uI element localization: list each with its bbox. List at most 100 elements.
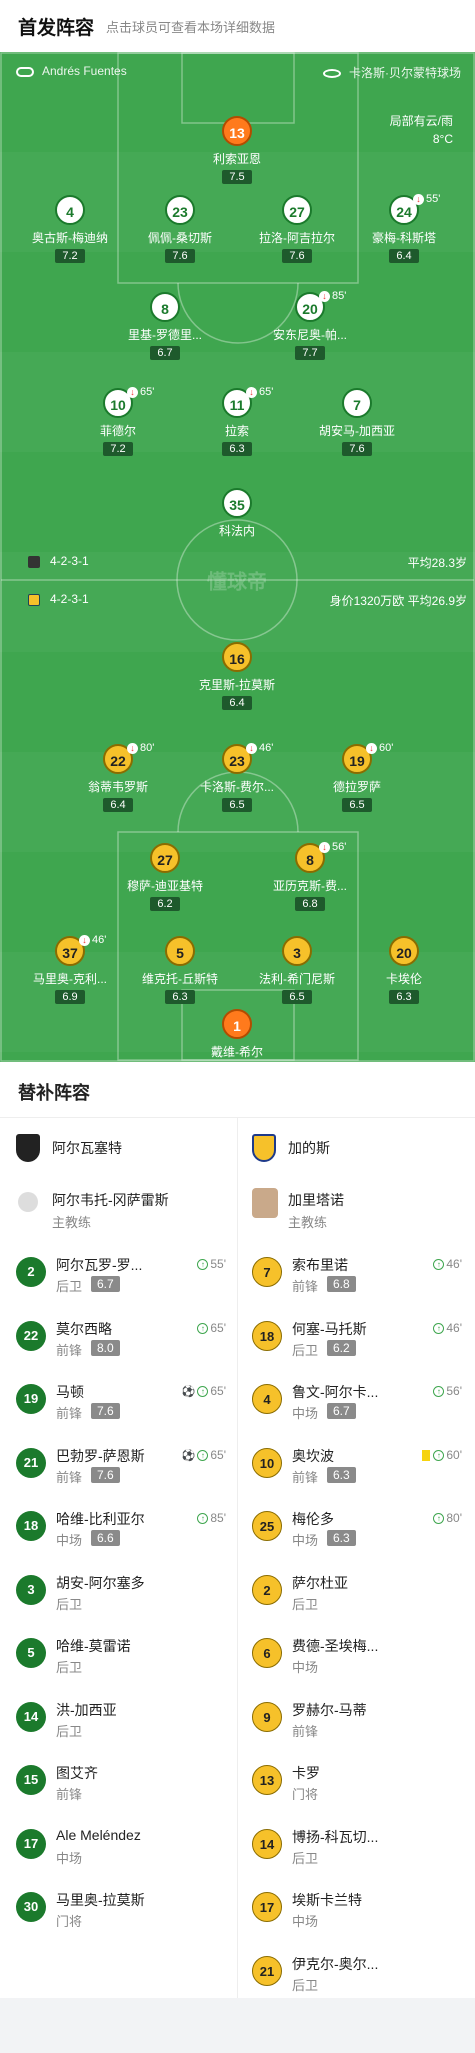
away-coach[interactable]: 加里塔诺 主教练 [252, 1182, 462, 1242]
sub-position: 中场 [292, 1406, 319, 1421]
home-sub-row[interactable]: 22 莫尔西略 前锋 8.0 ↑ 65' [16, 1307, 226, 1370]
away-player-1[interactable]: 1戴维-希尔6.7 [182, 1009, 292, 1062]
player-name: 科法内 [218, 524, 255, 538]
away-sub-row[interactable]: 6 费德-圣埃梅... 中场 [252, 1624, 462, 1687]
away-sub-row[interactable]: 18 何塞-马托斯 后卫 6.2 ↑ 46' [252, 1307, 462, 1370]
sub-on-minute: 65' [210, 1447, 226, 1462]
sub-name: 费德-圣埃梅... [292, 1638, 379, 1654]
sub-off-event: ↓ 46' [246, 742, 273, 754]
sub-minute: 65' [259, 386, 274, 398]
away-player-5[interactable]: 5 维克托-丘斯特 6.3 [125, 936, 235, 1005]
referee-info: Andrés Fuentes [16, 64, 127, 78]
sub-position: 前锋 [56, 1469, 83, 1485]
home-player-7[interactable]: 7 胡安马-加西亚 7.6 [302, 388, 412, 457]
away-player-3[interactable]: 3 法利-希门尼斯 6.5 [242, 936, 352, 1005]
player-number: 27 [282, 195, 312, 225]
home-team-name: 阿尔瓦塞特 [52, 1140, 122, 1156]
home-player-8[interactable]: 8 里基-罗德里... 6.7 [110, 292, 220, 361]
sub-position: 前锋 [56, 1787, 83, 1802]
away-sub-row[interactable]: 14 博扬-科瓦切... 后卫 [252, 1815, 462, 1878]
player-number: 35 [222, 488, 252, 518]
player-number: 16 [222, 642, 252, 672]
player-name: 卡埃伦 [385, 972, 422, 986]
home-player-20[interactable]: 20 安东尼奥-帕... 7.7 ↓ 85' [255, 290, 365, 361]
away-player-16[interactable]: 16 克里斯-拉莫斯 6.4 [182, 642, 292, 711]
away-sub-row[interactable]: 25 梅伦多 中场 6.3 ↑ 80' [252, 1497, 462, 1560]
sub-name: 奥坎波 [292, 1447, 334, 1464]
sub-number: 22 [16, 1320, 46, 1351]
sub-position: 中场 [56, 1850, 83, 1866]
sub-name: 博扬-科瓦切... [292, 1828, 379, 1845]
away-player-8[interactable]: 8 亚历克斯-费... 6.8 ↓ 56' [255, 841, 365, 912]
sub-on-time: ↑ 56' [433, 1384, 462, 1398]
sub-number: 25 [252, 1511, 282, 1541]
sub-position: 前锋 [56, 1406, 83, 1421]
home-sub-row[interactable]: 2 阿尔瓦罗-罗... 后卫 6.7 ↑ 55' [16, 1243, 226, 1306]
away-player-37[interactable]: 37 马里奥-克利... 6.9 ↓ 46' [15, 934, 125, 1005]
player-name: 安东尼奥-帕... [273, 328, 347, 342]
sub-position: 后卫 [292, 1596, 319, 1612]
away-player-22[interactable]: 22 翁蒂韦罗斯 6.4 ↓ 80' [63, 742, 173, 813]
home-player-35[interactable]: 35 科法内 [182, 488, 292, 539]
home-team-header[interactable]: 阿尔瓦塞特 [16, 1130, 226, 1170]
player-name: 奥古斯-梅迪纳 [32, 231, 108, 245]
away-sub-row[interactable]: 2 萨尔杜亚 后卫 [252, 1561, 462, 1624]
sub-minute: 85' [332, 290, 347, 302]
player-number: 4 [55, 195, 85, 225]
player-name: 克里斯-拉莫斯 [199, 678, 275, 692]
sub-off-icon: ↓ [79, 934, 90, 946]
home-sub-row[interactable]: 18 哈维-比利亚尔 中场 6.6 ↑ 85' [16, 1497, 226, 1560]
away-sub-row[interactable]: 10 奥坎波 前锋 6.3 ↑ 60' [252, 1434, 462, 1497]
player-number: 8 [150, 292, 180, 322]
home-sub-row[interactable]: 17 Ale Meléndez 中场 [16, 1815, 226, 1878]
sub-name: 马顿 [56, 1384, 84, 1400]
home-player-27[interactable]: 27 拉洛-阿吉拉尔 7.6 [242, 195, 352, 264]
home-player-23[interactable]: 23 佩佩-桑切斯 7.6 [125, 195, 235, 264]
home-player-11[interactable]: 11 拉索 6.3 ↓ 65' [182, 386, 292, 457]
sub-number: 21 [16, 1447, 46, 1478]
away-sub-row[interactable]: 21 伊克尔-奥尔... 后卫 [252, 1942, 462, 2005]
home-sub-row[interactable]: 14 洪-加西亚 后卫 [16, 1688, 226, 1751]
sub-on-time: ↑ 60' [422, 1448, 462, 1462]
home-sub-row[interactable]: 19 马顿 前锋 7.6 ⚽ ↑ 65' [16, 1370, 226, 1433]
sub-on-time: ↑ 80' [433, 1511, 462, 1525]
home-sub-row[interactable]: 30 马里奥-拉莫斯 门将 [16, 1878, 226, 1941]
away-player-19[interactable]: 19 德拉罗萨 6.5 ↓ 60' [302, 742, 412, 813]
sub-name: 梅伦多 [292, 1511, 334, 1527]
sub-minute: 46' [92, 934, 107, 946]
home-sub-row[interactable]: 3 胡安-阿尔塞多 后卫 [16, 1561, 226, 1624]
lineup-subtitle: 点击球员可查看本场详细数据 [106, 20, 276, 35]
home-player-4[interactable]: 4 奥古斯-梅迪纳 7.2 [15, 195, 125, 264]
home-sub-row[interactable]: 21 巴勃罗-萨恩斯 前锋 7.6 ⚽ ↑ 65' [16, 1434, 226, 1497]
sub-position: 门将 [292, 1787, 319, 1802]
sub-on-minute: 65' [210, 1384, 226, 1398]
sub-on-icon: ↑ [433, 1449, 445, 1461]
away-player-20[interactable]: 20 卡埃伦 6.3 [349, 936, 459, 1005]
sub-number: 13 [252, 1765, 282, 1795]
home-sub-row[interactable]: 15 图艾齐 前锋 [16, 1751, 226, 1814]
away-team-header[interactable]: 加的斯 [252, 1130, 462, 1170]
sub-number: 21 [252, 1955, 282, 1986]
player-rating: 6.4 [103, 798, 133, 812]
away-sub-row[interactable]: 13 卡罗 门将 [252, 1751, 462, 1814]
subs-panel: 阿尔瓦塞特 加的斯 阿尔韦托-冈萨雷斯 主教练 加里塔诺 主教练 2 阿尔瓦罗-罗… [0, 1118, 475, 1998]
sub-off-event: ↓ 65' [246, 386, 273, 398]
away-player-27[interactable]: 27 穆萨-迪亚基特 6.2 [110, 843, 220, 912]
home-coach[interactable]: 阿尔韦托-冈萨雷斯 主教练 [16, 1182, 226, 1242]
away-player-23[interactable]: 23 卡洛斯-费尔... 6.5 ↓ 46' [182, 742, 292, 813]
away-sub-row[interactable]: 7 索布里诺 前锋 6.8 ↑ 46' [252, 1243, 462, 1306]
player-number: 7 [342, 388, 372, 418]
weather-text: 局部有云/雨 [389, 114, 453, 128]
sub-on-time: ↑ 65' [197, 1321, 226, 1335]
player-name: 亚历克斯-费... [273, 879, 347, 893]
player-rating: 6.5 [282, 990, 312, 1004]
home-sub-row[interactable]: 5 哈维-莫雷诺 后卫 [16, 1624, 226, 1687]
sub-off-icon: ↓ [319, 290, 330, 302]
away-sub-row[interactable]: 9 罗赫尔-马蒂 前锋 [252, 1688, 462, 1751]
home-player-24[interactable]: 24 豪梅-科斯塔 6.4 ↓ 55' [349, 193, 459, 264]
home-player-10[interactable]: 10 菲德尔 7.2 ↓ 65' [63, 386, 173, 457]
home-player-13[interactable]: 13 利索亚恩 7.5 [182, 116, 292, 185]
away-sub-row[interactable]: 17 埃斯卡兰特 中场 [252, 1878, 462, 1941]
away-sub-row[interactable]: 4 鲁文-阿尔卡... 中场 6.7 ↑ 56' [252, 1370, 462, 1433]
sub-minute: 65' [140, 386, 155, 398]
